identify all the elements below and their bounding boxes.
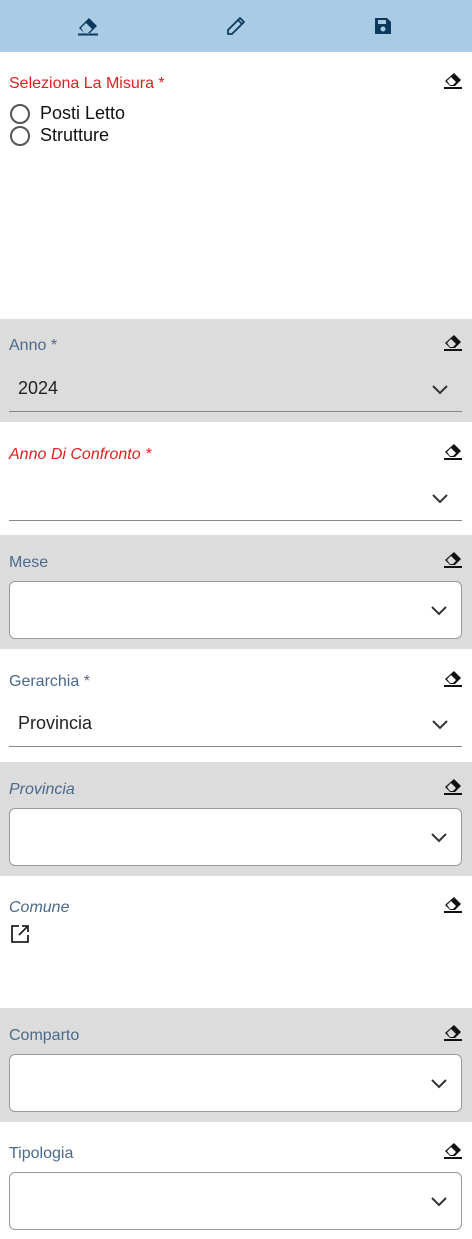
clear-anno-button[interactable] — [444, 334, 462, 352]
comparto-label: Comparto — [9, 1027, 80, 1044]
mese-section: Mese — [0, 535, 472, 649]
chevron-down-icon — [429, 830, 449, 844]
clear-comune-button[interactable] — [444, 896, 462, 914]
radio-button[interactable] — [10, 103, 30, 124]
comparto-select[interactable] — [9, 1054, 462, 1112]
comune-section: Comune — [0, 876, 472, 1008]
anno-value: 2024 — [18, 378, 59, 398]
mese-select[interactable] — [9, 581, 462, 639]
mese-label: Mese — [9, 554, 49, 571]
toolbar — [0, 0, 472, 52]
chevron-down-icon — [429, 1194, 449, 1208]
clear-anno-confronto-button[interactable] — [444, 443, 462, 461]
clear-all-button[interactable] — [76, 14, 100, 38]
eraser-icon — [444, 1142, 462, 1160]
clear-tipologia-button[interactable] — [444, 1142, 462, 1160]
chevron-down-icon — [430, 717, 450, 731]
eraser-icon — [444, 72, 462, 90]
provincia-section: Provincia — [0, 762, 472, 876]
open-comune-link[interactable] — [10, 924, 30, 944]
external-link-icon — [10, 924, 30, 944]
radio-button[interactable] — [10, 125, 30, 146]
anno-section: Anno * 2024 — [0, 319, 472, 422]
provincia-label: Provincia — [9, 781, 75, 798]
pencil-icon — [225, 15, 247, 37]
misura-label: Seleziona La Misura * — [9, 75, 165, 92]
comparto-section: Comparto — [0, 1008, 472, 1122]
gerarchia-select[interactable]: Provincia — [9, 703, 462, 747]
chevron-down-icon — [430, 491, 450, 505]
chevron-down-icon — [429, 1076, 449, 1090]
gerarchia-label: Gerarchia * — [9, 673, 90, 690]
eraser-icon — [444, 896, 462, 914]
eraser-icon — [444, 670, 462, 688]
anno-select[interactable]: 2024 — [9, 368, 462, 412]
anno-confronto-label: Anno Di Confronto * — [9, 446, 152, 463]
clear-comparto-button[interactable] — [444, 1024, 462, 1042]
chevron-down-icon — [430, 382, 450, 396]
anno-confronto-select[interactable] — [9, 477, 462, 521]
tipologia-label: Tipologia — [9, 1145, 74, 1162]
eraser-icon — [444, 334, 462, 352]
radio-label: Strutture — [40, 125, 110, 145]
radio-label: Posti Letto — [40, 103, 126, 123]
radio-posti-letto[interactable]: Posti Letto — [10, 103, 125, 124]
eraser-icon — [444, 1024, 462, 1042]
comune-label: Comune — [9, 899, 70, 916]
chevron-down-icon — [429, 603, 449, 617]
provincia-select[interactable] — [9, 808, 462, 866]
anno-label: Anno * — [9, 337, 58, 354]
clear-gerarchia-button[interactable] — [444, 670, 462, 688]
clear-misura-button[interactable] — [444, 72, 462, 90]
edit-button[interactable] — [224, 14, 248, 38]
gerarchia-value: Provincia — [18, 713, 93, 733]
gerarchia-section: Gerarchia * Provincia — [0, 649, 472, 762]
tipologia-select[interactable] — [9, 1172, 462, 1230]
eraser-icon — [444, 778, 462, 796]
misura-section: Seleziona La Misura * Posti Letto Strutt… — [0, 52, 472, 319]
anno-confronto-section: Anno Di Confronto * — [0, 422, 472, 535]
save-icon — [373, 16, 393, 36]
clear-provincia-button[interactable] — [444, 778, 462, 796]
eraser-icon — [444, 551, 462, 569]
clear-mese-button[interactable] — [444, 551, 462, 569]
radio-strutture[interactable]: Strutture — [10, 125, 109, 146]
tipologia-section: Tipologia — [0, 1122, 472, 1239]
eraser-icon — [444, 443, 462, 461]
save-button[interactable] — [371, 14, 395, 38]
eraser-icon — [77, 16, 99, 36]
